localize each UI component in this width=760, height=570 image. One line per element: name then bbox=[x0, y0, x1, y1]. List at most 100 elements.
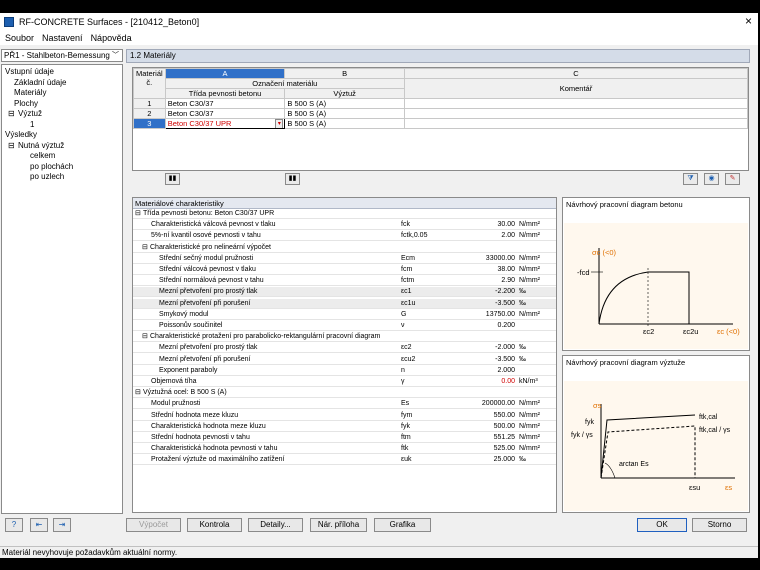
import-icon[interactable]: ⇤ bbox=[30, 518, 48, 532]
property-value[interactable]: -2.200 bbox=[465, 287, 515, 297]
menu-help[interactable]: Nápověda bbox=[91, 33, 132, 43]
cell-comment[interactable] bbox=[403, 118, 749, 129]
property-value[interactable]: 200000.00 bbox=[465, 399, 515, 409]
property-symbol: εc1u bbox=[401, 299, 416, 307]
calculate-button[interactable]: Výpočet bbox=[126, 518, 181, 532]
tree-total[interactable]: celkem bbox=[30, 151, 55, 162]
expander-icon[interactable]: ⊟ bbox=[135, 388, 141, 398]
property-value[interactable]: 2.000 bbox=[465, 366, 515, 376]
property-symbol: ftm bbox=[401, 434, 411, 441]
cell-comment[interactable] bbox=[403, 98, 749, 109]
arctan-label: arctan Es bbox=[619, 461, 649, 468]
property-row: Střední válcová pevnost v tlaku fcm 38.00 N… bbox=[133, 265, 556, 275]
table-row[interactable]: 1 Beton C30/37 B 500 S (A) bbox=[133, 98, 749, 109]
cell-reinf[interactable]: B 500 S (A) bbox=[284, 98, 405, 109]
details-button[interactable]: Detaily... bbox=[248, 518, 303, 532]
cell-concrete[interactable]: Beton C30/37 bbox=[164, 98, 286, 109]
dropdown-arrow-icon[interactable]: ▾ bbox=[275, 119, 284, 128]
property-value[interactable]: 525.00 bbox=[465, 444, 515, 454]
property-unit: N/mm² bbox=[519, 266, 540, 273]
property-value[interactable]: -3.500 bbox=[465, 355, 515, 365]
property-section[interactable]: ⊟ Charakteristické protažení pro paraboli… bbox=[133, 332, 556, 343]
property-value[interactable]: 2.00 bbox=[465, 231, 515, 241]
property-symbol: n bbox=[401, 366, 405, 374]
edit-icon[interactable]: ✎ bbox=[725, 173, 740, 185]
property-section[interactable]: ⊟ Charakteristické pro nelineární výpočet bbox=[133, 243, 556, 253]
expander-icon[interactable]: ⊟ bbox=[142, 332, 148, 342]
filter-icon[interactable]: ⧩ bbox=[683, 173, 698, 185]
property-row: Mezní přetvoření při porušení εc1u -3.500 ‰ bbox=[133, 298, 556, 309]
property-value[interactable]: 25.000 bbox=[465, 455, 515, 465]
tree-input[interactable]: Vstupní údaje bbox=[5, 67, 54, 78]
menu-file[interactable]: Soubor bbox=[5, 33, 34, 43]
library-button-a[interactable]: ▮▮ bbox=[165, 173, 180, 185]
property-value[interactable]: 551.25 bbox=[465, 433, 515, 443]
property-symbol: fym bbox=[401, 411, 413, 419]
hdr-material: Materiál č. bbox=[133, 68, 166, 99]
property-section[interactable]: ⊟ Výztužná ocel: B 500 S (A) bbox=[133, 388, 556, 399]
national-annex-button[interactable]: Nár. příloha bbox=[310, 518, 367, 532]
col-b-header[interactable]: B bbox=[284, 68, 405, 79]
export-icon[interactable]: ⇥ bbox=[53, 518, 71, 532]
tree-required[interactable]: Nutná výztuž bbox=[18, 141, 64, 152]
menu-settings[interactable]: Nastavení bbox=[42, 33, 83, 43]
property-row: Smykový modul G 13750.00 N/mm² bbox=[133, 310, 556, 320]
library-button-b[interactable]: ▮▮ bbox=[285, 173, 300, 185]
tree-reinf-1[interactable]: 1 bbox=[30, 120, 34, 131]
col-a-header[interactable]: A bbox=[164, 68, 286, 79]
tree-by-nodes[interactable]: po uzlech bbox=[30, 172, 64, 183]
expander-icon[interactable]: ⊟ bbox=[135, 209, 141, 219]
property-row: 5%-ní kvantil osové pevnosti v tahu fctk,… bbox=[133, 231, 556, 242]
cell-reinf[interactable]: B 500 S (A) bbox=[284, 108, 405, 119]
section-title: Charakteristické protažení pro parabolic… bbox=[150, 333, 381, 341]
row-no: 3 bbox=[133, 118, 166, 129]
property-value[interactable]: -2.000 bbox=[465, 343, 515, 353]
expander-icon[interactable]: ⊟ bbox=[142, 243, 148, 253]
view-icon[interactable]: ◉ bbox=[704, 173, 719, 185]
close-icon[interactable]: × bbox=[745, 13, 752, 30]
table-row[interactable]: 3 Beton C30/37 UPR ▾ B 500 S (A) bbox=[133, 118, 749, 129]
concrete-diagram: Návrhový pracovní diagram betonu σc (<0)… bbox=[562, 197, 750, 351]
property-row: Střední normálová pevnost v tahu fctm 2.90… bbox=[133, 276, 556, 287]
property-row: Střední hodnota pevnosti v tahu ftm 551.25… bbox=[133, 433, 556, 443]
property-row: Mezní přetvoření při porušení εcu2 -3.500 ‰ bbox=[133, 355, 556, 365]
help-icon[interactable]: ? bbox=[5, 518, 23, 532]
property-value[interactable]: 500.00 bbox=[465, 422, 515, 432]
cell-reinf[interactable]: B 500 S (A) bbox=[284, 118, 405, 129]
property-value[interactable]: 550.00 bbox=[465, 411, 515, 421]
property-value[interactable]: 0.200 bbox=[465, 321, 515, 331]
cell-concrete[interactable]: Beton C30/37 bbox=[164, 108, 286, 119]
graphics-button[interactable]: Grafika bbox=[374, 518, 431, 532]
app-window: RF-CONCRETE Surfaces - [210412_Beton0] ×… bbox=[0, 13, 758, 558]
diagram-background bbox=[564, 381, 748, 511]
cell-concrete-selected[interactable]: Beton C30/37 UPR ▾ bbox=[164, 118, 286, 129]
tree-expander-icon[interactable]: ⊟ bbox=[8, 109, 15, 120]
tree-expander-icon[interactable]: ⊟ bbox=[8, 141, 15, 152]
property-value[interactable]: 2.90 bbox=[465, 276, 515, 286]
property-value[interactable]: 30.00 bbox=[465, 220, 515, 230]
property-value[interactable]: 33000.00 bbox=[465, 254, 515, 264]
cancel-button[interactable]: Storno bbox=[692, 518, 747, 532]
esu-label: εsu bbox=[689, 483, 700, 492]
tree-materials[interactable]: Materiály bbox=[14, 88, 46, 99]
status-bar: Materiál nevyhovuje požadavkům aktuální … bbox=[0, 546, 758, 558]
tree-by-surfaces[interactable]: po plochách bbox=[30, 162, 73, 173]
check-button[interactable]: Kontrola bbox=[187, 518, 242, 532]
tree-surfaces[interactable]: Plochy bbox=[14, 99, 38, 110]
ok-button[interactable]: OK bbox=[637, 518, 687, 532]
case-combo[interactable]: PŘ1 - Stahlbeton-Bemessung ﹀ bbox=[1, 49, 123, 62]
tree-basic[interactable]: Základní údaje bbox=[14, 78, 66, 89]
window-title: RF-CONCRETE Surfaces - [210412_Beton0] bbox=[19, 16, 200, 27]
property-value[interactable]: 13750.00 bbox=[465, 310, 515, 320]
tree-results[interactable]: Výsledky bbox=[5, 130, 37, 141]
property-value[interactable]: 0.00 bbox=[465, 377, 515, 387]
property-section[interactable]: ⊟ Třída pevnosti betonu: Beton C30/37 UPR bbox=[133, 209, 556, 219]
property-value[interactable]: 38.00 bbox=[465, 265, 515, 275]
col-c-header[interactable]: C bbox=[403, 68, 749, 79]
fyk-gs-label: fyk / γs bbox=[571, 432, 593, 439]
row-no: 1 bbox=[133, 98, 166, 109]
tree-reinf[interactable]: Výztuž bbox=[18, 109, 42, 120]
table-row[interactable]: 2 Beton C30/37 B 500 S (A) bbox=[133, 108, 749, 119]
property-value[interactable]: -3.500 bbox=[465, 299, 515, 309]
cell-comment[interactable] bbox=[403, 108, 749, 119]
